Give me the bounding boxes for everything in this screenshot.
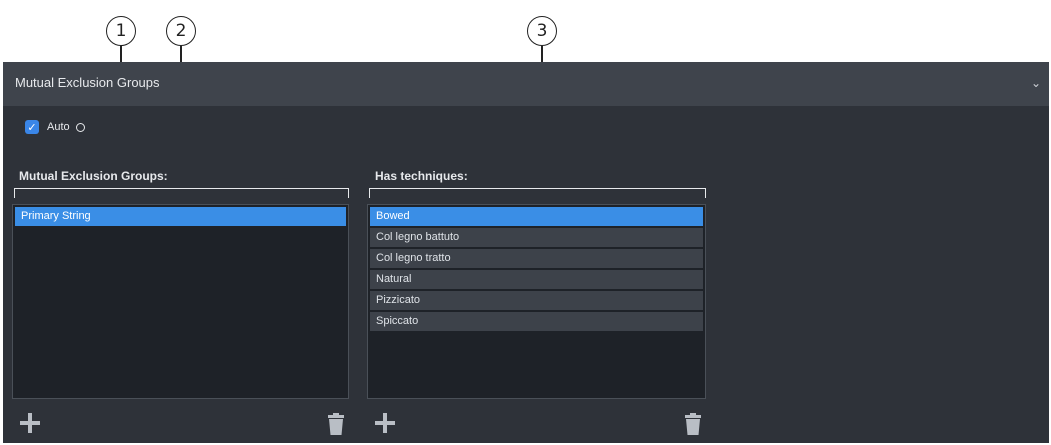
mutual-exclusion-panel: Mutual Exclusion Groups ⌄ ✓ Auto Mutual … <box>3 62 1049 443</box>
list-item[interactable]: Bowed <box>370 207 703 226</box>
techniques-bracket <box>369 188 706 198</box>
callout-1: 1 <box>106 16 136 46</box>
groups-bracket <box>14 188 349 198</box>
chevron-down-icon[interactable]: ⌄ <box>1031 76 1041 90</box>
list-item[interactable]: Col legno battuto <box>370 228 703 247</box>
list-item[interactable]: Spiccato <box>370 312 703 331</box>
panel-header[interactable]: Mutual Exclusion Groups ⌄ <box>3 62 1049 106</box>
groups-list[interactable]: Primary String <box>12 204 349 399</box>
auto-checkbox-row[interactable]: ✓ Auto <box>25 120 85 134</box>
groups-label: Mutual Exclusion Groups: <box>19 169 168 183</box>
auto-label: Auto <box>47 121 70 133</box>
callout-3: 3 <box>527 16 557 46</box>
add-group-button[interactable] <box>20 413 40 433</box>
list-item[interactable]: Pizzicato <box>370 291 703 310</box>
callout-anchor-dot <box>75 122 85 132</box>
techniques-footer <box>367 407 706 443</box>
auto-checkbox[interactable]: ✓ <box>25 120 39 134</box>
delete-group-button[interactable] <box>327 413 345 435</box>
groups-footer <box>12 407 349 443</box>
add-technique-button[interactable] <box>375 413 395 433</box>
delete-technique-button[interactable] <box>684 413 702 435</box>
techniques-list[interactable]: Bowed Col legno battuto Col legno tratto… <box>367 204 706 399</box>
callout-2: 2 <box>166 16 196 46</box>
panel-title: Mutual Exclusion Groups <box>15 75 160 90</box>
list-item[interactable]: Col legno tratto <box>370 249 703 268</box>
techniques-label: Has techniques: <box>375 169 468 183</box>
list-item[interactable]: Natural <box>370 270 703 289</box>
list-item[interactable]: Primary String <box>15 207 346 226</box>
